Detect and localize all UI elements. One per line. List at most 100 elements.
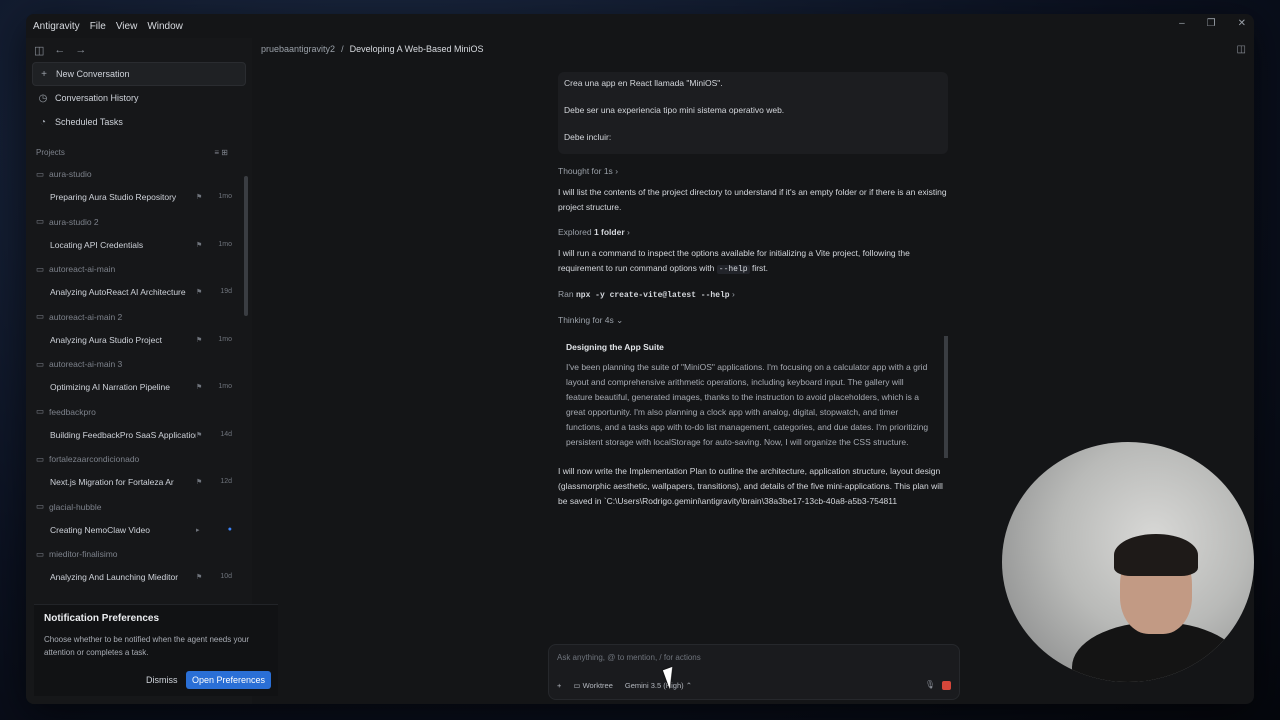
person-hair [1114,534,1198,576]
project-name: aura-studio 2 [49,216,99,227]
thinking-panel: Designing the App Suite I've been planni… [558,336,948,458]
conversation-item[interactable]: Optimizing AI Narration Pipeline ⚑ 1mo [26,376,252,398]
breadcrumb-separator: / [341,44,344,54]
branch-icon: ⚑ [196,194,203,201]
agent-message: I will run a command to inspect the opti… [558,246,948,277]
project-folder[interactable]: ▭ fortalezaarcondicionado [26,447,252,471]
scheduled-tasks-label: Scheduled Tasks [55,117,123,127]
new-conversation-button[interactable]: + New Conversation [32,62,246,86]
notification-body: Choose whether to be notified when the a… [44,635,250,657]
project-folder[interactable]: ▭ aura-studio [26,162,252,186]
chevron-up-icon: ⌃ [685,681,693,690]
conversation-item[interactable]: Locating API Credentials ⚑ 1mo [26,234,252,256]
menu-window[interactable]: Window [147,21,183,32]
folder-icon: ▭ [36,168,45,179]
project-name: mieditor-finalisimo [49,549,118,559]
conversation-history-button[interactable]: ◷ Conversation History [32,86,246,110]
conversation-age: 1mo [218,383,232,390]
conversation-title: Preparing Aura Studio Repository [50,192,177,202]
user-message: Crea una app en React llamada "MiniOS". … [558,72,948,154]
project-name: feedbackpro [49,406,96,417]
back-arrow-icon[interactable]: ← [54,44,65,56]
thought-label: Thought for 1s [558,166,613,176]
branch-icon: ⚑ [196,289,203,296]
conversation-item[interactable]: Analyzing AutoReact AI Architecture ⚑ 19d [26,281,252,303]
branch-icon: ⚑ [196,431,203,439]
conversation-title: Creating NemoClaw Video [50,524,151,535]
sidebar-scrollbar[interactable] [244,176,248,316]
breadcrumb-project[interactable]: pruebaantigravity2 [261,44,335,54]
project-folder[interactable]: ▭ aura-studio 2 [26,210,252,234]
dismiss-button[interactable]: Dismiss [140,671,184,689]
ran-command-toggle[interactable]: Ran npx -y create-vite@latest --help › [558,287,948,303]
chat-thread: Crea una app en React llamada "MiniOS". … [558,72,948,509]
menu-file[interactable]: File [90,21,106,32]
notification-title: Notification Preferences [44,613,160,624]
folder-icon: ▭ [36,453,45,464]
conversation-title: Analyzing Aura Studio Project [50,334,162,345]
close-icon[interactable]: ✕ [1238,18,1246,29]
chevron-right-icon: › [615,166,619,176]
maximize-icon[interactable]: ❐ [1207,18,1216,29]
add-folder-icon[interactable]: ⊞ [221,148,228,157]
notification-preferences-toast: Notification Preferences Choose whether … [34,604,278,696]
panel-toggle-icon[interactable]: ◫ [1237,44,1246,55]
conversation-item[interactable]: Next.js Migration for Fortaleza Ar ⚑ 12d [26,471,252,493]
filter-icon[interactable]: ≡ [214,148,219,157]
conversation-age: 19d [220,288,232,295]
branch-icon: ⚑ [196,384,203,391]
explored-toggle[interactable]: Explored 1 folder › [558,225,948,240]
agent-message-text: first. [751,263,769,273]
ran-command: npx -y create-vite@latest --help [575,291,730,300]
conversation-title: Next.js Migration for Fortaleza Ar [50,477,174,487]
conversation-title: Analyzing And Launching Mieditor [50,572,179,582]
conversation-age: 10d [220,573,232,580]
chevron-down-icon: ⌄ [616,315,624,325]
conversation-title: Analyzing AutoReact AI Architecture [50,287,186,297]
conversation-meta: ▸ ● [196,526,232,534]
chevron-right-icon: › [731,289,735,299]
project-folder[interactable]: ▭ autoreact-ai-main [26,257,252,281]
conversation-item[interactable]: Building FeedbackPro SaaS Application ⚑ 14… [26,424,252,446]
ran-label: Ran [558,289,574,299]
project-folder[interactable]: ▭ feedbackpro [26,400,252,424]
forward-arrow-icon[interactable]: → [75,44,86,56]
conversation-item[interactable]: Analyzing And Launching Mieditor ⚑ 10d [26,566,252,588]
worktree-label: Worktree [582,681,613,690]
conversation-item[interactable]: Analyzing Aura Studio Project ⚑ 1mo [26,329,252,351]
project-folder[interactable]: ▭ glacial-hubble [26,495,252,519]
project-folder[interactable]: ▭ autoreact-ai-main 3 [26,352,252,376]
chat-input[interactable] [557,653,937,662]
add-icon[interactable]: + [557,681,561,690]
thinking-title: Designing the App Suite [566,342,664,352]
conversation-item[interactable]: Preparing Aura Studio Repository ⚑ 1mo [26,186,252,208]
projects-actions: ≡ ⊞ [214,148,228,157]
thinking-toggle[interactable]: Thinking for 4s ⌄ [558,313,948,328]
folder-icon: ▭ [36,406,45,416]
open-preferences-button[interactable]: Open Preferences [186,671,272,689]
conversation-item[interactable]: Creating NemoClaw Video ▸ ● [26,519,252,541]
user-message-line: Debe ser una experiencia tipo mini siste… [564,105,785,115]
message-composer: + ▭ Worktree Gemini 3.5 (High) ⌃ 🎙 [548,644,960,700]
project-group: ▭ feedbackpro Building FeedbackPro SaaS A… [26,400,252,448]
breadcrumb-conversation: Developing A Web-Based MiniOS [349,44,484,54]
sidebar-toggle-icon[interactable]: ◫ [34,44,44,57]
projects-title: Projects [36,147,65,157]
scheduled-tasks-button[interactable]: ◔ Scheduled Tasks [32,110,246,134]
user-message-line: Crea una app en React llamada "MiniOS". [564,78,723,88]
model-selector[interactable]: Gemini 3.5 (High) ⌃ [625,681,692,690]
conversation-age: 12d [220,478,232,485]
agent-message: I will now write the Implementation Plan… [558,466,943,506]
project-group: ▭ autoreact-ai-main 3 Optimizing AI Narra… [26,352,252,400]
project-folder[interactable]: ▭ mieditor-finalisimo [26,542,252,566]
thinking-body: I've been planning the suite of "MiniOS"… [566,362,929,447]
projects-header: Projects ≡ ⊞ [26,142,252,162]
minimize-icon[interactable]: – [1179,18,1185,29]
menu-view[interactable]: View [116,21,138,32]
thought-toggle[interactable]: Thought for 1s › [558,164,948,179]
worktree-button[interactable]: ▭ Worktree [573,681,612,690]
microphone-icon[interactable]: 🎙 [925,680,935,689]
stop-button[interactable] [942,681,951,690]
branch-icon: ⚑ [196,479,203,486]
project-folder[interactable]: ▭ autoreact-ai-main 2 [26,305,252,329]
